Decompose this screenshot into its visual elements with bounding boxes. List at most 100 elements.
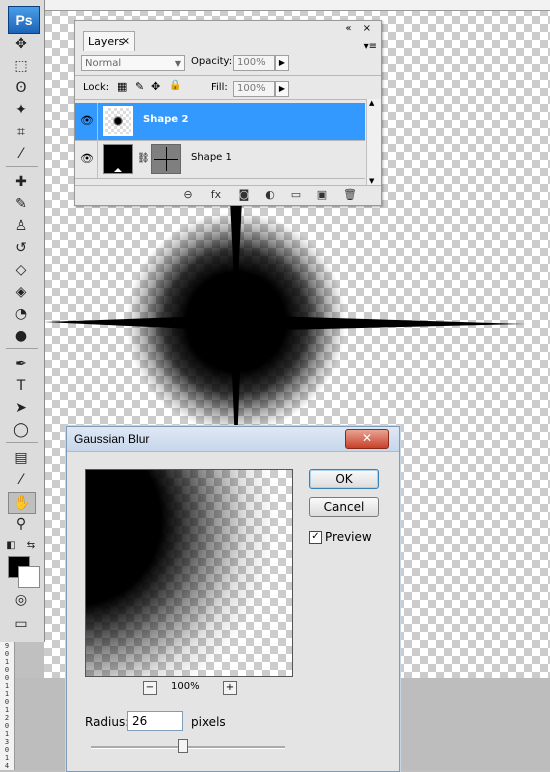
lock-all-icon[interactable]: 🔒	[169, 80, 181, 91]
crop-tool-icon[interactable]: ⌗	[8, 122, 34, 142]
star-beam-horizontal	[44, 315, 526, 331]
type-tool-icon[interactable]: T	[8, 376, 34, 396]
radius-unit: pixels	[191, 715, 226, 729]
zoom-out-button[interactable]: −	[143, 681, 157, 695]
notes-tool-icon[interactable]: ▤	[8, 448, 34, 468]
zoom-in-button[interactable]: +	[223, 681, 237, 695]
radius-slider-thumb[interactable]	[178, 739, 189, 753]
gaussian-blur-dialog: Gaussian Blur ✕ − 100% + OK Cancel ✓ Pre…	[66, 426, 400, 772]
vector-mask-thumbnail	[151, 144, 181, 174]
radius-label: Radius:	[85, 715, 130, 729]
visibility-eye-icon[interactable]: 👁	[77, 111, 97, 131]
chain-link-icon[interactable]: ⛓	[137, 153, 150, 164]
ruler-mark: 1	[4, 690, 10, 698]
panel-window-controls[interactable]: « ×	[345, 23, 375, 34]
ruler-mark: 0	[4, 722, 10, 730]
layer-thumbnail	[103, 144, 133, 174]
background-color-swatch[interactable]	[18, 566, 40, 588]
tab-layers-label: Layers	[88, 35, 125, 48]
mask-icon[interactable]: ◙	[235, 188, 253, 201]
layers-panel: « × ▾≡ Layers × Normal ▼ Opacity: 100% ▶…	[74, 20, 382, 206]
screen-mode-icon[interactable]: ▭	[8, 614, 34, 634]
history-brush-tool-icon[interactable]: ↺	[8, 238, 34, 258]
tool-separator	[6, 442, 38, 443]
fill-field[interactable]: 100%	[233, 81, 275, 97]
lock-image-icon[interactable]: ✎	[135, 80, 144, 93]
dialog-titlebar: Gaussian Blur ✕	[67, 427, 399, 452]
divider	[75, 75, 381, 76]
pen-tool-icon[interactable]: ✒	[8, 354, 34, 374]
zoom-level: 100%	[171, 681, 200, 692]
chevron-down-icon: ▼	[174, 59, 181, 68]
ruler-mark: 1	[4, 754, 10, 762]
color-sampler-tool-icon[interactable]: ⁄	[8, 470, 34, 490]
magic-wand-tool-icon[interactable]: ✦	[8, 100, 34, 120]
ellipse-tool-icon[interactable]: ◯	[8, 420, 34, 440]
radius-input[interactable]: 26	[127, 711, 183, 731]
photoshop-logo[interactable]: Ps	[8, 6, 40, 34]
layer-row-shape-2[interactable]: 👁 Shape 2	[75, 103, 365, 141]
layer-name: Shape 2	[143, 114, 189, 125]
layers-bottom-bar: ⊖ fx ◙ ◐ ▭ ▣ 🗑	[75, 185, 381, 206]
new-layer-icon[interactable]: ▣	[313, 188, 331, 201]
divider	[97, 103, 98, 141]
ruler-mark: 0	[4, 746, 10, 754]
healing-brush-tool-icon[interactable]: ✚	[8, 172, 34, 192]
dialog-close-button[interactable]: ✕	[345, 429, 389, 449]
layer-row-shape-1[interactable]: 👁 ⛓ Shape 1	[75, 141, 365, 179]
tab-close-icon[interactable]: ×	[122, 32, 130, 52]
dodge-tool-icon[interactable]: ●	[8, 326, 34, 346]
brush-tool-icon[interactable]: ✎	[8, 194, 34, 214]
opacity-field[interactable]: 100%	[233, 55, 275, 71]
layer-name: Shape 1	[191, 152, 232, 163]
cancel-button[interactable]: Cancel	[309, 497, 379, 517]
tab-layers[interactable]: Layers ×	[83, 31, 135, 51]
visibility-eye-icon[interactable]: 👁	[77, 149, 97, 169]
preview-image	[86, 470, 292, 676]
lock-transparent-icon[interactable]: ▦	[117, 80, 127, 93]
default-colors-icon[interactable]: ◧	[4, 536, 18, 556]
paint-bucket-tool-icon[interactable]: ◈	[8, 282, 34, 302]
lasso-tool-icon[interactable]: ʘ	[8, 78, 34, 98]
blend-row: Normal ▼ Opacity: 100% ▶	[81, 53, 375, 75]
blend-mode-select[interactable]: Normal ▼	[81, 55, 185, 71]
eraser-tool-icon[interactable]: ◇	[8, 260, 34, 280]
trash-icon[interactable]: 🗑	[341, 188, 359, 201]
hand-tool-icon[interactable]: ✋	[8, 492, 36, 514]
ruler-mark: 0	[4, 650, 10, 658]
layers-scrollbar[interactable]: ▲ ▼	[366, 99, 381, 185]
group-icon[interactable]: ▭	[287, 188, 305, 201]
ok-button[interactable]: OK	[309, 469, 379, 489]
fx-icon[interactable]: fx	[207, 188, 225, 201]
fill-label: Fill:	[211, 82, 228, 93]
fill-slider-button[interactable]: ▶	[275, 81, 289, 97]
move-tool-icon[interactable]: ✥	[8, 34, 34, 54]
horizontal-ruler	[44, 0, 550, 11]
scroll-up-icon[interactable]: ▲	[369, 99, 374, 107]
ruler-mark: 3	[4, 738, 10, 746]
marquee-tool-icon[interactable]: ⬚	[8, 56, 34, 76]
tools-panel: Ps ✥ ⬚ ʘ ✦ ⌗ ⁄ ✚ ✎ ♙ ↺ ◇ ◈ ◔ ● ✒ T ➤ ◯ ▤ ⁄ ✋ ⚲ ◧ ⇆ ◎ ▭	[0, 0, 45, 642]
blend-mode-value: Normal	[85, 58, 122, 69]
thumbnail-dot	[113, 116, 123, 126]
quick-mask-icon[interactable]: ◎	[8, 590, 34, 610]
swap-colors-icon[interactable]: ⇆	[24, 536, 38, 556]
divider	[75, 99, 381, 100]
blur-preview[interactable]	[85, 469, 293, 677]
tool-separator	[6, 166, 38, 167]
clone-stamp-tool-icon[interactable]: ♙	[8, 216, 34, 236]
adjustment-icon[interactable]: ◐	[261, 188, 279, 201]
dialog-title: Gaussian Blur	[74, 432, 150, 446]
opacity-slider-button[interactable]: ▶	[275, 55, 289, 71]
lock-row: Lock: ▦ ✎ ✥ 🔒 Fill: 100% ▶	[81, 79, 375, 99]
blur-tool-icon[interactable]: ◔	[8, 304, 34, 324]
lock-position-icon[interactable]: ✥	[151, 80, 160, 93]
zoom-tool-icon[interactable]: ⚲	[8, 514, 34, 534]
scroll-down-icon[interactable]: ▼	[369, 177, 374, 185]
path-selection-tool-icon[interactable]: ➤	[8, 398, 34, 418]
preview-checkbox[interactable]: ✓	[309, 531, 322, 544]
link-icon[interactable]: ⊖	[179, 188, 197, 201]
ruler-mark: 1	[4, 682, 10, 690]
panel-menu-icon[interactable]: ▾≡	[364, 41, 377, 52]
eyedropper-tool-icon[interactable]: ⁄	[8, 144, 34, 164]
